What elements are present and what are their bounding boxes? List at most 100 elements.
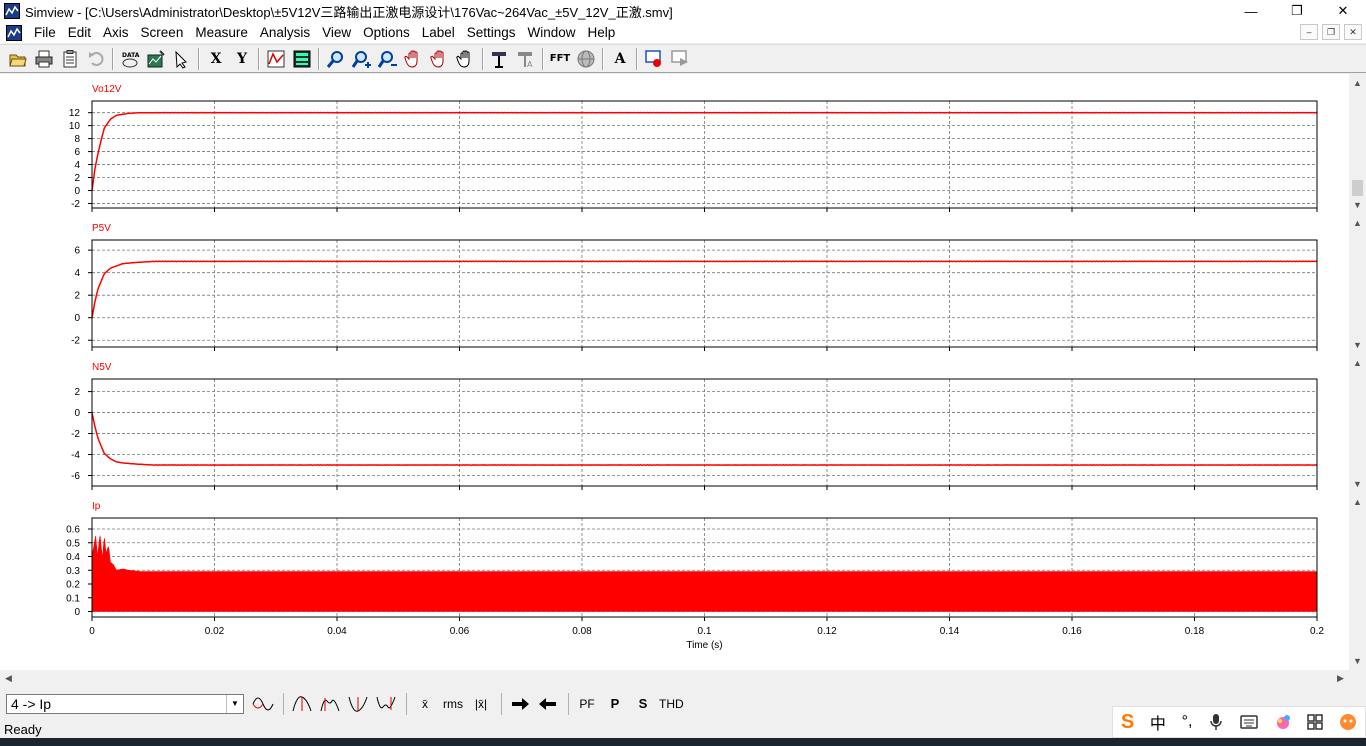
zoom-out-button[interactable]	[376, 47, 400, 71]
font-button[interactable]: A	[608, 47, 632, 71]
document-icon[interactable]	[6, 24, 22, 41]
maximize-button[interactable]: ❐	[1274, 0, 1320, 22]
valley-button[interactable]	[373, 692, 399, 716]
min-icon	[348, 696, 368, 712]
scroll-up-arrow-icon[interactable]: ▲	[1349, 74, 1366, 91]
print-icon	[35, 50, 53, 67]
y-tick-label: 0.1	[66, 593, 80, 604]
menu-analysis[interactable]: Analysis	[254, 25, 316, 40]
y-tick-label: -6	[71, 471, 80, 482]
cursor-button[interactable]	[170, 47, 194, 71]
y-tick-label: 2	[74, 173, 80, 184]
zoom-button[interactable]	[324, 47, 348, 71]
menu-window[interactable]: Window	[522, 25, 582, 40]
menu-axis[interactable]: Axis	[97, 25, 135, 40]
ime-punctuation[interactable]: °,	[1182, 713, 1193, 731]
x-tick-label: 0.1	[698, 626, 712, 637]
svg-text:DATA: DATA	[122, 52, 140, 59]
min-button[interactable]	[345, 692, 371, 716]
abs-mean-button[interactable]: |x̄|	[468, 692, 494, 716]
scroll-down-arrow-icon[interactable]: ▼	[1349, 475, 1366, 492]
ime-language[interactable]: 中	[1150, 710, 1166, 734]
menu-label[interactable]: Label	[416, 25, 461, 40]
undo-button[interactable]	[84, 47, 108, 71]
vertical-scrollbar[interactable]: ▲ ▼ ▲ ▼ ▲ ▼ ▲ ▼	[1349, 74, 1366, 670]
print-button[interactable]	[32, 47, 56, 71]
next-button[interactable]	[507, 692, 533, 716]
close-button[interactable]: ✕	[1320, 0, 1366, 22]
pan-vertical-icon	[430, 50, 444, 68]
previous-button[interactable]	[535, 692, 561, 716]
toolbar-separator	[482, 47, 484, 70]
x-axis-button[interactable]: X	[204, 47, 228, 71]
mean-button[interactable]: x̄	[412, 692, 438, 716]
menu-view[interactable]: View	[316, 25, 357, 40]
measure-icon	[492, 51, 506, 68]
measure-button[interactable]	[488, 47, 512, 71]
scroll-up-arrow-icon[interactable]: ▲	[1349, 354, 1366, 371]
pf-button[interactable]: PF	[574, 692, 600, 716]
menu-settings[interactable]: Settings	[461, 25, 522, 40]
measure-text-icon: A	[518, 51, 533, 69]
menu-edit[interactable]: Edit	[62, 25, 97, 40]
vertical-scroll-thumb[interactable]	[1352, 180, 1363, 196]
horizontal-scrollbar[interactable]: ◀ ▶	[0, 670, 1349, 687]
max-button[interactable]	[289, 692, 315, 716]
scroll-up-arrow-icon[interactable]: ▲	[1349, 214, 1366, 231]
mic-icon[interactable]	[1208, 713, 1224, 731]
s-button[interactable]: S	[630, 692, 656, 716]
measure-text-button[interactable]: A	[514, 47, 538, 71]
sphere-button[interactable]	[574, 47, 598, 71]
p-button[interactable]: P	[602, 692, 628, 716]
chart-button[interactable]	[144, 47, 168, 71]
playback-button[interactable]	[668, 47, 692, 71]
skin-icon[interactable]	[1274, 713, 1292, 731]
pan-vertical-button[interactable]	[428, 47, 452, 71]
scroll-up-arrow-icon[interactable]: ▲	[1349, 493, 1366, 510]
zoom-icon	[326, 50, 343, 68]
taskbar	[0, 738, 1366, 746]
y-tick-label: 6	[74, 147, 80, 158]
menu-options[interactable]: Options	[357, 25, 416, 40]
x-axis-label: Time (s)	[686, 640, 722, 651]
waveform-plots[interactable]: Vo12V 12 10 8 6 4 2 0 -2 P5V 6 4 2 0 -2 N5V 2 0 -2 -4 -6 Ip 0.…	[0, 74, 1349, 670]
y-axis-button[interactable]: Y	[230, 47, 254, 71]
scroll-down-arrow-icon[interactable]: ▼	[1349, 652, 1366, 669]
variable-select[interactable]: 4 -> Ip ▼	[6, 693, 244, 714]
menu-help[interactable]: Help	[582, 25, 622, 40]
graph-button[interactable]	[264, 47, 288, 71]
scroll-down-arrow-icon[interactable]: ▼	[1349, 336, 1366, 353]
thd-button[interactable]: THD	[658, 692, 685, 716]
grid-icon[interactable]	[1307, 714, 1324, 730]
sine-button[interactable]	[250, 692, 276, 716]
scroll-down-arrow-icon[interactable]: ▼	[1349, 196, 1366, 213]
data-button[interactable]: DATA	[118, 47, 142, 71]
menu-file[interactable]: File	[28, 25, 62, 40]
minimize-button[interactable]: —	[1228, 0, 1274, 22]
user-icon[interactable]	[1339, 713, 1357, 731]
plot-area[interactable]: Vo12V 12 10 8 6 4 2 0 -2 P5V 6 4 2 0 -2 N5V 2 0 -2 -4 -6 Ip 0.…	[0, 74, 1349, 670]
table-button[interactable]	[290, 47, 314, 71]
record-button[interactable]	[642, 47, 666, 71]
open-button[interactable]	[6, 47, 30, 71]
mdi-restore-button[interactable]: ❐	[1322, 24, 1340, 40]
hand-button[interactable]	[454, 47, 478, 71]
scroll-left-arrow-icon[interactable]: ◀	[0, 670, 17, 687]
panel-title: P5V	[92, 223, 111, 234]
menu-screen[interactable]: Screen	[135, 25, 190, 40]
peak-button[interactable]	[317, 692, 343, 716]
chevron-down-icon[interactable]: ▼	[226, 694, 243, 713]
clipboard-icon	[63, 49, 77, 67]
mdi-close-button[interactable]: ✕	[1344, 24, 1362, 40]
toolbar-separator	[318, 47, 320, 70]
mdi-minimize-button[interactable]: –	[1300, 24, 1318, 40]
copy-button[interactable]	[58, 47, 82, 71]
menu-measure[interactable]: Measure	[189, 25, 254, 40]
zoom-in-button[interactable]	[350, 47, 374, 71]
fft-button[interactable]: FFT	[548, 47, 572, 71]
keyboard-icon[interactable]	[1240, 714, 1258, 730]
sogou-logo-icon[interactable]: S	[1121, 711, 1134, 734]
pan-button[interactable]	[402, 47, 426, 71]
scroll-right-arrow-icon[interactable]: ▶	[1332, 670, 1349, 687]
rms-button[interactable]: rms	[440, 692, 466, 716]
